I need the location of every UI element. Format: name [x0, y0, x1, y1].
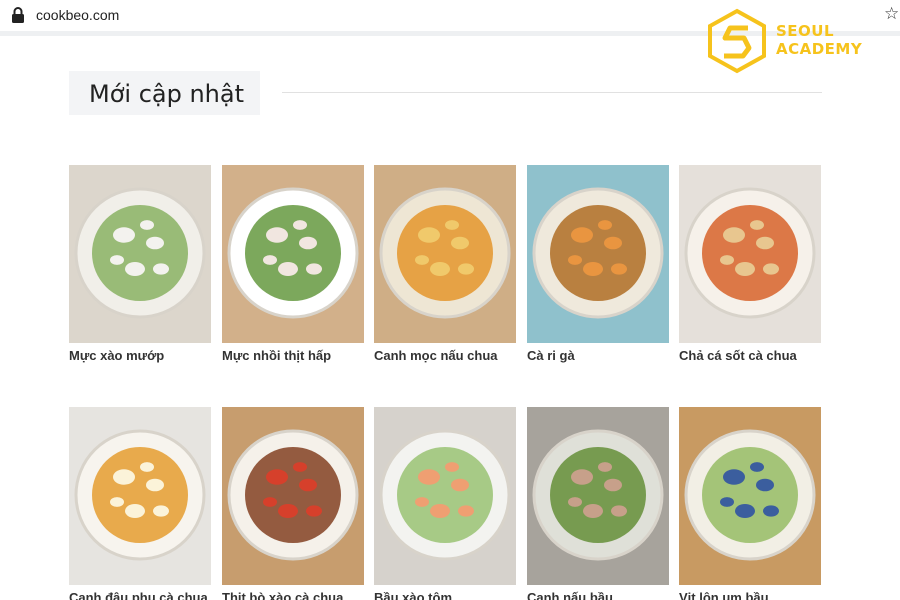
section-divider [282, 92, 822, 93]
recipe-title[interactable]: Canh mọc nấu chua [374, 348, 516, 363]
recipe-title[interactable]: Cà ri gà [527, 348, 669, 363]
recipe-title[interactable]: Thịt bò xào cà chua [222, 590, 364, 600]
recipe-title[interactable]: Mực xào mướp [69, 348, 211, 363]
recipe-title[interactable]: Vịt lộn um bầu [679, 590, 821, 600]
recipe-image[interactable] [527, 165, 669, 343]
recipe-image[interactable] [222, 407, 364, 585]
recipe-title[interactable]: Canh nấu bầu [527, 590, 669, 600]
recipe-card[interactable]: Thịt bò xào cà chua [222, 407, 364, 600]
recipe-card[interactable]: Bầu xào tôm [374, 407, 516, 600]
seoul-academy-watermark: SEOUL ACADEMY [706, 8, 876, 74]
star-icon[interactable]: ☆ [884, 4, 899, 24]
watermark-line-1: SEOUL [776, 22, 835, 40]
url-text[interactable]: cookbeo.com [36, 7, 119, 23]
recipe-image[interactable] [69, 407, 211, 585]
recipe-title[interactable]: Chả cá sốt cà chua [679, 348, 821, 363]
recipe-card[interactable]: Canh nấu bầu [527, 407, 669, 600]
recipe-image[interactable] [374, 165, 516, 343]
recipe-card[interactable]: Mực xào mướp [69, 165, 211, 363]
lock-icon [12, 7, 24, 23]
recipe-title[interactable]: Canh đậu phụ cà chua [69, 590, 211, 600]
recipe-title[interactable]: Bầu xào tôm [374, 590, 516, 600]
section-title: Mới cập nhật [89, 80, 244, 108]
recipe-card[interactable]: Mực nhồi thịt hấp [222, 165, 364, 363]
recipe-card[interactable]: Chả cá sốt cà chua [679, 165, 821, 363]
section-header: Mới cập nhật [69, 71, 260, 115]
recipe-image[interactable] [679, 407, 821, 585]
recipe-card[interactable]: Canh đậu phụ cà chua [69, 407, 211, 600]
recipe-image[interactable] [69, 165, 211, 343]
recipe-card[interactable]: Cà ri gà [527, 165, 669, 363]
recipe-image[interactable] [374, 407, 516, 585]
recipe-card[interactable]: Vịt lộn um bầu [679, 407, 821, 600]
recipe-image[interactable] [679, 165, 821, 343]
recipe-image[interactable] [222, 165, 364, 343]
recipe-title[interactable]: Mực nhồi thịt hấp [222, 348, 364, 363]
seoul-academy-logo-icon [708, 8, 766, 74]
recipe-card[interactable]: Canh mọc nấu chua [374, 165, 516, 363]
watermark-line-2: ACADEMY [776, 40, 863, 58]
recipe-image[interactable] [527, 407, 669, 585]
